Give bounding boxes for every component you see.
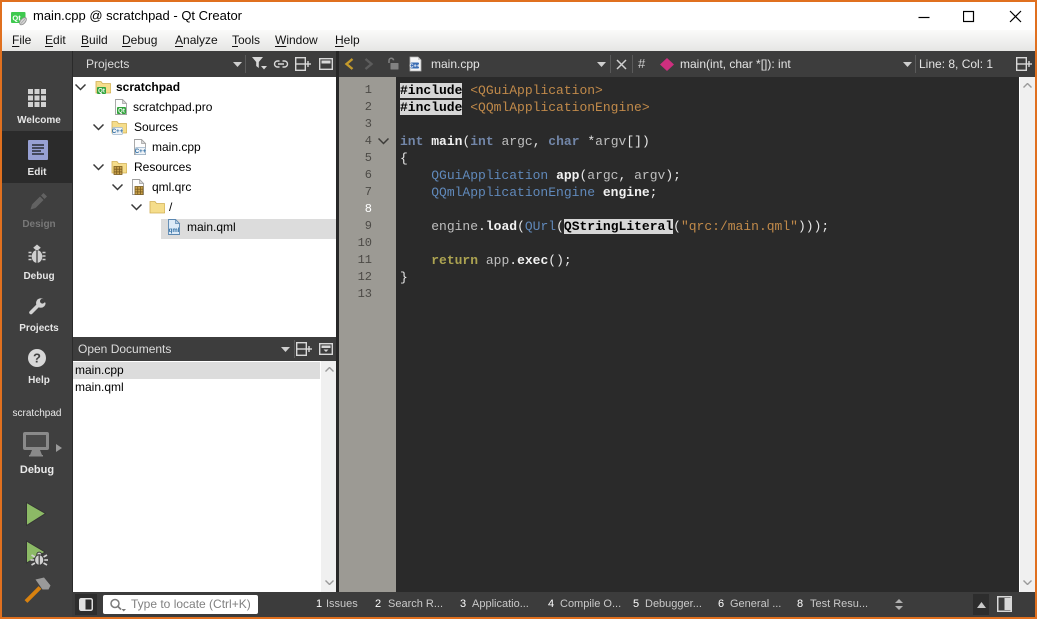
svg-text:C++: C++	[409, 63, 419, 69]
svg-text:qml: qml	[169, 228, 180, 234]
svg-text:Qt: Qt	[118, 109, 125, 115]
svg-text:C++: C++	[135, 149, 147, 155]
svg-text:Qt: Qt	[98, 89, 105, 95]
svg-text:?: ?	[33, 351, 41, 366]
svg-text:C++: C++	[112, 129, 124, 135]
